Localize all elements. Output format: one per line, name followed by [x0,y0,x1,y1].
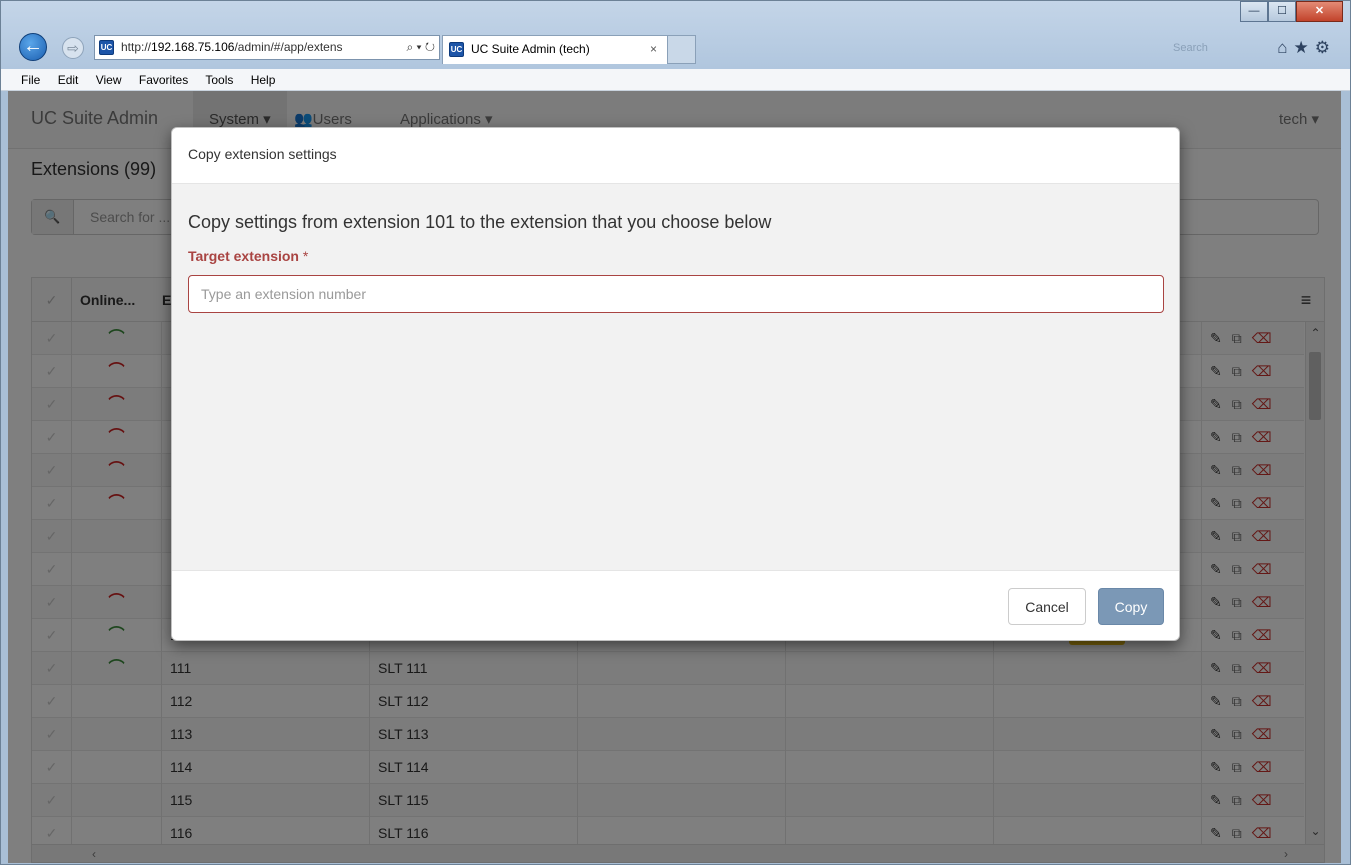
address-path: /admin/#/app/extens [234,40,343,54]
required-marker: * [302,248,309,264]
close-window-button[interactable]: ✕ [1296,1,1343,22]
browser-titlebar: ← ⇨ UC http://192.168.75.106/admin/#/app… [1,1,1350,69]
browser-tab[interactable]: UC UC Suite Admin (tech) × [442,35,668,64]
forward-button[interactable]: ⇨ [62,37,84,59]
new-tab-button[interactable] [668,35,696,64]
minimize-button[interactable]: — [1240,1,1268,22]
cancel-button[interactable]: Cancel [1008,588,1086,625]
back-button[interactable]: ← [19,33,47,61]
copy-button[interactable]: Copy [1098,588,1164,625]
copy-extension-modal: Copy extension settings Copy settings fr… [171,127,1180,641]
modal-body: Copy settings from extension 101 to the … [172,184,1179,570]
site-favicon-icon: UC [99,40,114,55]
address-prefix: http:// [121,40,152,54]
target-extension-input[interactable] [188,275,1164,313]
tab-close-icon[interactable]: × [650,36,657,63]
tab-title: UC Suite Admin (tech) [471,42,590,56]
modal-footer: Cancel Copy [172,570,1179,640]
address-bar[interactable]: UC http://192.168.75.106/admin/#/app/ext… [94,35,440,60]
modal-header: Copy extension settings [172,128,1179,184]
menu-edit[interactable]: Edit [58,73,79,87]
window-caption-buttons: — ☐ ✕ [1240,1,1343,22]
menu-bar: File Edit View Favorites Tools Help [1,69,1350,91]
address-domain: 192.168.75.106 [151,40,235,54]
target-extension-label: Target extension * [188,248,308,264]
menu-favorites[interactable]: Favorites [139,73,188,87]
menu-view[interactable]: View [96,73,122,87]
modal-lead-text: Copy settings from extension 101 to the … [188,212,772,232]
menu-file[interactable]: File [21,73,40,87]
target-extension-label-text: Target extension [188,248,299,264]
maximize-button[interactable]: ☐ [1268,1,1296,22]
tab-favicon-icon: UC [449,42,464,57]
address-tools-icons[interactable]: ⌕ ▾ ↻ [406,36,435,59]
menu-help[interactable]: Help [251,73,276,87]
search-hint: Search [1173,42,1208,54]
modal-title: Copy extension settings [188,146,337,162]
menu-tools[interactable]: Tools [205,73,233,87]
home-favorites-settings-icons[interactable]: ⌂★⚙ [1277,38,1336,58]
